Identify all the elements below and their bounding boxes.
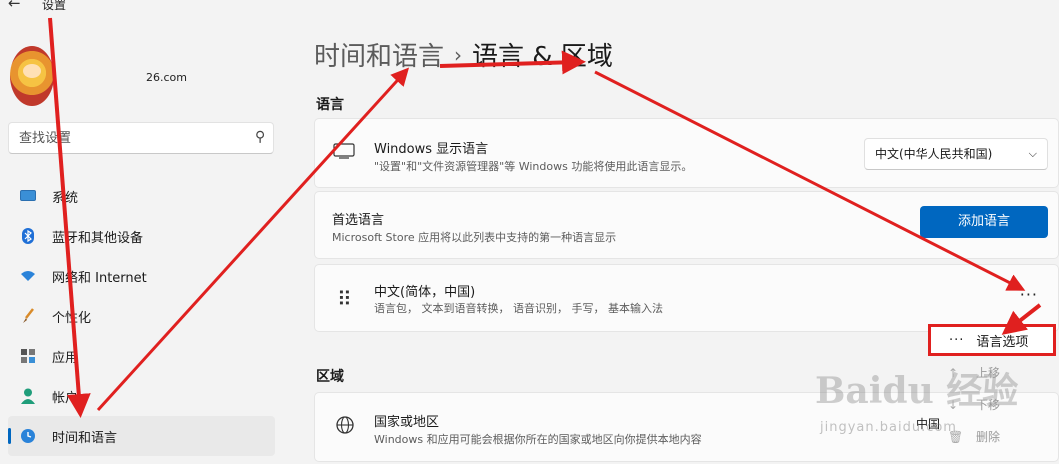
search-box[interactable]: ⚲ (8, 122, 274, 154)
add-language-button[interactable]: 添加语言 (920, 206, 1048, 238)
breadcrumb-separator: › (454, 43, 463, 67)
sidebar-nav: 系统 蓝牙和其他设备 网络和 Internet 个性化 应用 帐户 时间和语言 (8, 176, 275, 456)
sidebar-item-label: 应用 (52, 350, 79, 366)
more-options-button[interactable]: ··· (1020, 285, 1038, 304)
bluetooth-icon (20, 228, 36, 244)
move-down-menu-item[interactable]: ↓ 下移 (948, 396, 1000, 413)
sidebar: 26.com ⚲ 系统 蓝牙和其他设备 网络和 Internet (0, 16, 288, 464)
arrow-down-icon: ↓ (948, 397, 959, 412)
remove-label: 删除 (976, 430, 1001, 444)
sidebar-item-accounts[interactable]: 帐户 (8, 376, 275, 416)
clock-icon (20, 428, 36, 444)
search-icon[interactable]: ⚲ (255, 129, 265, 145)
display-language-title: Windows 显示语言 (374, 142, 489, 157)
language-context-menu: ··· 语言选项 ↑ 上移 ↓ 下移 🗑 删除 (928, 324, 1056, 452)
more-dots-icon: ··· (949, 332, 965, 348)
preferred-language-title: 首选语言 (332, 213, 385, 228)
back-arrow-icon[interactable]: ← (8, 0, 21, 12)
sidebar-item-label: 蓝牙和其他设备 (52, 230, 144, 246)
move-up-menu-item[interactable]: ↑ 上移 (948, 364, 1000, 381)
sidebar-item-system[interactable]: 系统 (8, 176, 275, 216)
user-email: 26.com (146, 71, 187, 84)
language-item-desc: 语言包， 文本到语音转换， 语音识别， 手写， 基本输入法 (374, 302, 663, 315)
sidebar-item-label: 系统 (52, 190, 79, 206)
move-up-label: 上移 (976, 366, 1001, 380)
preferred-language-desc: Microsoft Store 应用将以此列表中支持的第一种语言显示 (332, 231, 617, 244)
language-options-menu-item[interactable]: ··· 语言选项 (928, 324, 1056, 356)
sidebar-item-network[interactable]: 网络和 Internet (8, 256, 275, 296)
sidebar-item-time-language[interactable]: 时间和语言 (8, 416, 275, 456)
remove-menu-item[interactable]: 🗑 删除 (948, 428, 1000, 445)
country-region-desc: Windows 和应用可能会根据你所在的国家或地区向你提供本地内容 (374, 433, 702, 446)
section-title-language: 语言 (316, 97, 344, 113)
sidebar-item-bluetooth[interactable]: 蓝牙和其他设备 (8, 216, 275, 256)
sidebar-item-label: 时间和语言 (52, 430, 118, 446)
display-language-select[interactable]: 中文(中华人民共和国) ⌵ (864, 138, 1048, 170)
country-region-title: 国家或地区 (374, 415, 440, 430)
brush-icon (20, 308, 36, 324)
sidebar-item-label: 个性化 (52, 310, 92, 326)
sidebar-item-apps[interactable]: 应用 (8, 336, 275, 376)
language-item-title: 中文(简体，中国) (374, 285, 476, 300)
apps-icon (20, 348, 36, 364)
monitor-icon (333, 143, 355, 164)
app-title: 设置 (42, 0, 67, 12)
language-options-label: 语言选项 (976, 334, 1029, 350)
wifi-icon (20, 268, 36, 284)
sidebar-item-personalization[interactable]: 个性化 (8, 296, 275, 336)
display-language-card: Windows 显示语言 "设置"和"文件资源管理器"等 Windows 功能将… (314, 118, 1059, 188)
sidebar-item-label: 网络和 Internet (52, 270, 147, 286)
sidebar-item-label: 帐户 (52, 390, 79, 406)
breadcrumb-parent[interactable]: 时间和语言 (314, 42, 444, 72)
preferred-language-card: 首选语言 Microsoft Store 应用将以此列表中支持的第一种语言显示 … (314, 191, 1059, 259)
trash-icon: 🗑 (948, 429, 964, 444)
display-language-desc: "设置"和"文件资源管理器"等 Windows 功能将使用此语言显示。 (374, 160, 693, 173)
move-down-label: 下移 (976, 398, 1001, 412)
language-list-item: ⠿ 中文(简体，中国) 语言包， 文本到语音转换， 语音识别， 手写， 基本输入… (314, 264, 1059, 332)
arrow-up-icon: ↑ (948, 365, 959, 380)
drag-handle-icon[interactable]: ⠿ (337, 287, 352, 311)
title-bar: ← 设置 (0, 0, 300, 16)
section-title-region: 区域 (316, 369, 344, 385)
person-icon (20, 388, 36, 404)
system-icon (20, 188, 36, 204)
search-input[interactable] (9, 123, 229, 153)
chevron-down-icon: ⌵ (1028, 147, 1037, 160)
display-language-value: 中文(中华人民共和国) (875, 147, 993, 161)
breadcrumb: 时间和语言 › 语言 & 区域 (314, 36, 613, 73)
page-title: 语言 & 区域 (472, 42, 613, 72)
globe-icon (335, 415, 355, 440)
avatar[interactable] (10, 46, 54, 106)
